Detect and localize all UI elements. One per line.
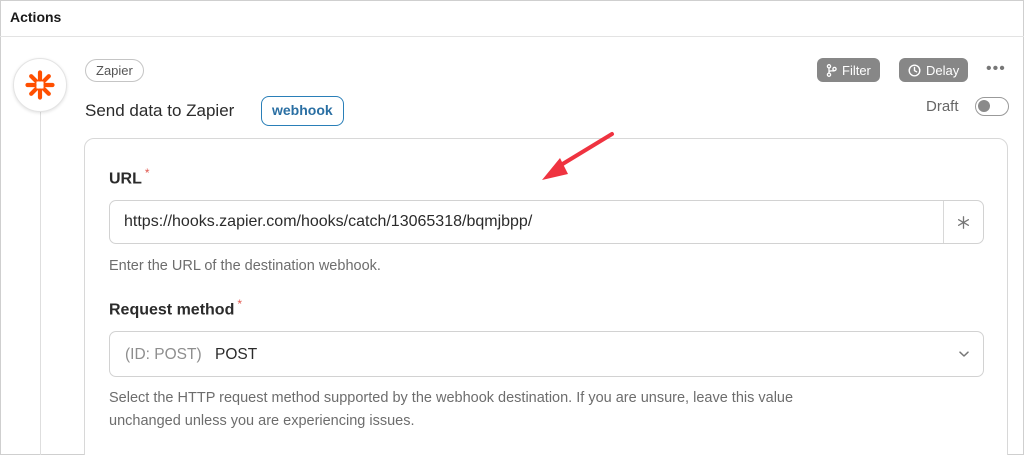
select-id-prefix: (ID: POST) (125, 346, 202, 363)
method-label-text: Request method (109, 301, 235, 319)
webhook-chip: webhook (261, 96, 344, 126)
method-help-line-2: unchanged unless you are experiencing is… (109, 413, 415, 429)
action-title: Send data to Zapier (85, 101, 235, 120)
filter-label: Filter (842, 62, 871, 78)
url-field-label: URL * (109, 166, 150, 188)
url-input-value: https://hooks.zapier.com/hooks/catch/130… (124, 213, 533, 230)
toggle-knob (978, 100, 990, 112)
insert-variable-button[interactable] (943, 201, 983, 243)
filter-button[interactable]: Filter (817, 58, 880, 82)
more-options-button[interactable]: ••• (986, 60, 1006, 78)
app-chip: Zapier (85, 59, 144, 82)
chevron-down-icon (959, 351, 969, 357)
timeline-rail (40, 110, 41, 455)
url-input[interactable]: https://hooks.zapier.com/hooks/catch/130… (109, 200, 984, 244)
draft-toggle[interactable] (975, 97, 1009, 116)
method-field-label: Request method * (109, 297, 242, 319)
zapier-logo-icon (13, 58, 67, 112)
required-asterisk: * (144, 166, 150, 180)
draft-label: Draft (926, 98, 959, 115)
section-title: Actions (10, 9, 62, 25)
url-help-text: Enter the URL of the destination webhook… (109, 258, 381, 274)
branch-icon (826, 63, 837, 77)
select-value: POST (215, 346, 258, 363)
delay-label: Delay (926, 62, 960, 78)
required-asterisk: * (237, 297, 243, 311)
annotation-arrow-icon (542, 132, 614, 180)
method-help-line-1: Select the HTTP request method supported… (109, 390, 794, 406)
divider (0, 36, 1024, 37)
url-label-text: URL (109, 170, 142, 188)
request-method-select[interactable]: (ID: POST) POST (109, 331, 984, 377)
asterisk-icon (957, 215, 970, 229)
delay-button[interactable]: Delay (899, 58, 969, 82)
clock-icon (908, 63, 921, 77)
